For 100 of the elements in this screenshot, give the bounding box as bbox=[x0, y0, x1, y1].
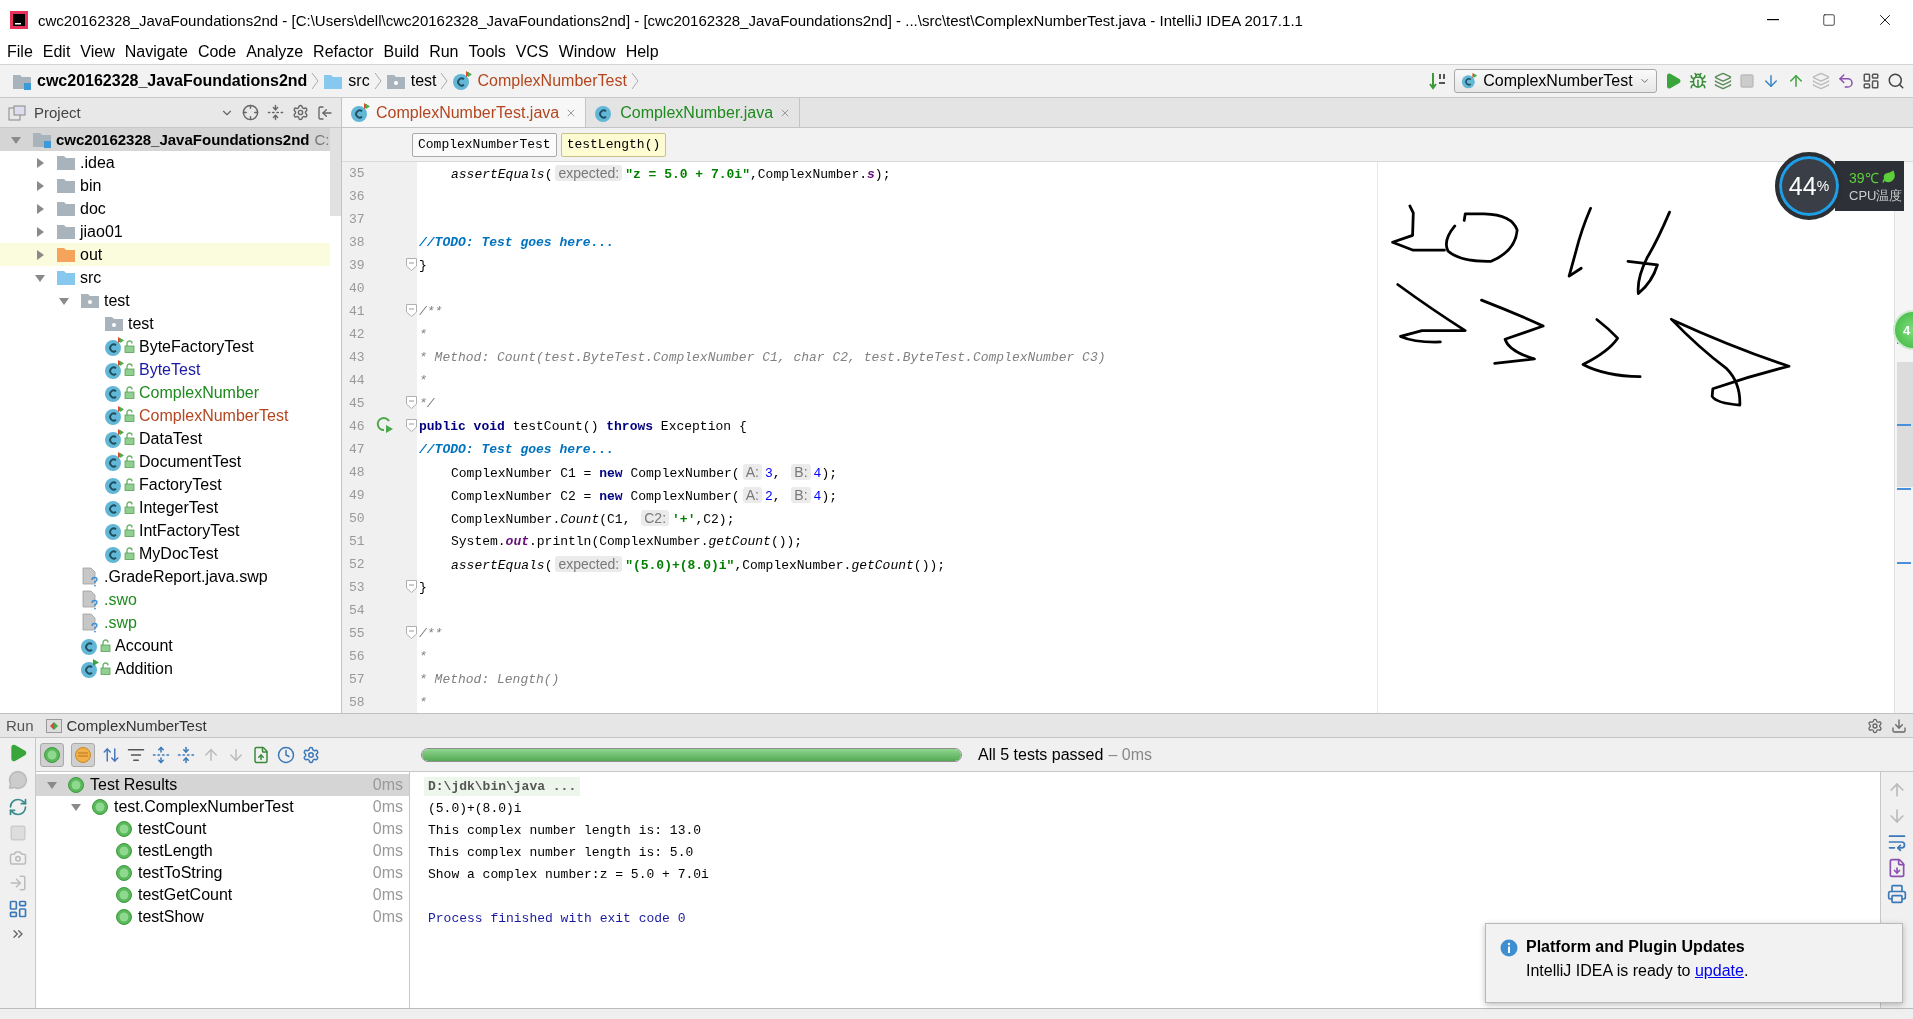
menu-item[interactable]: Help bbox=[620, 43, 664, 61]
build-icon[interactable] bbox=[1429, 72, 1447, 90]
settings-icon[interactable] bbox=[1867, 717, 1883, 734]
collapsed-arrow-icon[interactable] bbox=[34, 248, 46, 261]
test-item[interactable]: Test Results 0ms bbox=[36, 774, 409, 796]
tree-item[interactable]: ByteTest bbox=[0, 358, 330, 381]
collapse-icon[interactable] bbox=[267, 104, 284, 121]
fold-icon[interactable] bbox=[406, 419, 417, 432]
tree-item[interactable]: FactoryTest bbox=[0, 473, 330, 496]
menu-item[interactable]: Code bbox=[192, 43, 242, 61]
settings-icon[interactable] bbox=[292, 104, 309, 121]
revert-icon[interactable] bbox=[1837, 72, 1855, 90]
expand-all-icon[interactable] bbox=[152, 745, 170, 764]
fold-icon[interactable] bbox=[406, 304, 417, 317]
hide-icon[interactable] bbox=[317, 104, 333, 121]
fold-icon[interactable] bbox=[406, 396, 417, 409]
tree-item[interactable]: ComplexNumber bbox=[0, 381, 330, 404]
update-link[interactable]: update bbox=[1694, 962, 1744, 979]
tree-item[interactable]: IntFactoryTest bbox=[0, 519, 330, 542]
tree-item[interactable]: cwc20162328_JavaFoundations2nd C: bbox=[0, 128, 330, 151]
show-passed-toggle[interactable] bbox=[40, 742, 64, 767]
tree-item[interactable]: .swo bbox=[0, 588, 330, 611]
expanded-arrow-icon[interactable] bbox=[70, 801, 82, 813]
menu-item[interactable]: Tools bbox=[463, 43, 511, 61]
tree-item[interactable]: IntegerTest bbox=[0, 496, 330, 519]
tree-item[interactable]: DocumentTest bbox=[0, 450, 330, 473]
layout-icon[interactable] bbox=[7, 899, 28, 919]
menu-item[interactable]: Refactor bbox=[308, 43, 379, 61]
debug-icon[interactable] bbox=[1689, 72, 1707, 90]
tree-item[interactable]: Account bbox=[0, 634, 330, 657]
breadcrumb-item[interactable]: ComplexNumberTest bbox=[448, 71, 631, 91]
stop-icon[interactable] bbox=[1739, 73, 1755, 89]
collapsed-arrow-icon[interactable] bbox=[34, 202, 46, 215]
scrollbar-thumb[interactable] bbox=[1897, 362, 1913, 487]
wrap-icon[interactable] bbox=[1887, 832, 1907, 852]
collapsed-arrow-icon[interactable] bbox=[34, 179, 46, 192]
tree-item[interactable]: src bbox=[0, 266, 330, 289]
run-config-dropdown[interactable]: ComplexNumberTest bbox=[1454, 69, 1657, 93]
menu-item[interactable]: Analyze bbox=[241, 43, 309, 61]
menu-item[interactable]: Navigate bbox=[119, 43, 193, 61]
sort-icon[interactable] bbox=[102, 745, 120, 764]
camera-icon[interactable] bbox=[8, 849, 27, 867]
rerun-failed-icon[interactable] bbox=[7, 770, 28, 790]
test-item[interactable]: testLength 0ms bbox=[36, 840, 409, 862]
collapsed-arrow-icon[interactable] bbox=[34, 156, 46, 169]
tree-item[interactable]: test bbox=[0, 312, 330, 335]
settings-icon[interactable] bbox=[302, 745, 320, 764]
tree-item[interactable]: jiao01 bbox=[0, 220, 330, 243]
export-icon[interactable] bbox=[252, 745, 270, 764]
toggle-auto-test-icon[interactable] bbox=[7, 797, 28, 817]
menu-item[interactable]: Edit bbox=[37, 43, 76, 61]
tree-item[interactable]: .idea bbox=[0, 151, 330, 174]
locate-icon[interactable] bbox=[242, 104, 259, 121]
hide-icon[interactable] bbox=[1891, 717, 1907, 734]
fold-icon[interactable] bbox=[406, 258, 417, 271]
tree-item[interactable]: test bbox=[0, 289, 330, 312]
history-icon[interactable] bbox=[277, 745, 295, 764]
test-item[interactable]: testGetCount 0ms bbox=[36, 884, 409, 906]
menu-item[interactable]: File bbox=[2, 43, 38, 61]
run-tab[interactable]: ComplexNumberTest bbox=[41, 717, 211, 734]
scrollbar-thumb[interactable] bbox=[330, 128, 341, 216]
scroll-to-end-icon[interactable] bbox=[1887, 858, 1907, 878]
fold-icon[interactable] bbox=[406, 626, 417, 639]
collapse-all-icon[interactable] bbox=[177, 745, 195, 764]
vcs-update-icon[interactable] bbox=[1762, 72, 1780, 90]
tree-item[interactable]: .swp bbox=[0, 611, 330, 634]
test-item[interactable]: testCount 0ms bbox=[36, 818, 409, 840]
run-test-icon[interactable] bbox=[376, 416, 394, 434]
tree-item[interactable]: MyDocTest bbox=[0, 542, 330, 565]
print-icon[interactable] bbox=[1887, 884, 1907, 904]
tree-item[interactable]: DataTest bbox=[0, 427, 330, 450]
menu-item[interactable]: Build bbox=[378, 43, 425, 61]
editor-tab[interactable]: ComplexNumber.java bbox=[586, 98, 801, 127]
fold-icon[interactable] bbox=[406, 580, 417, 593]
test-item[interactable]: test.ComplexNumberTest 0ms bbox=[36, 796, 409, 818]
compare-icon[interactable] bbox=[1812, 72, 1830, 90]
test-item[interactable]: testShow 0ms bbox=[36, 906, 409, 928]
editor-tab[interactable]: ComplexNumberTest.java bbox=[342, 98, 587, 127]
collapsed-arrow-icon[interactable] bbox=[34, 225, 46, 238]
tree-item[interactable]: Addition bbox=[0, 657, 330, 680]
breadcrumb-item[interactable]: test bbox=[381, 72, 441, 90]
breadcrumb-item[interactable]: ComplexNumberTest bbox=[412, 132, 557, 157]
exit-icon[interactable] bbox=[8, 874, 27, 892]
tree-item[interactable]: ByteFactoryTest bbox=[0, 335, 330, 358]
menu-item[interactable]: Run bbox=[424, 43, 464, 61]
tree-item[interactable]: .GradeReport.java.swp bbox=[0, 565, 330, 588]
tree-item[interactable]: out bbox=[0, 243, 330, 266]
tree-item[interactable]: ComplexNumberTest bbox=[0, 404, 330, 427]
expanded-arrow-icon[interactable] bbox=[46, 779, 58, 791]
vcs-commit-icon[interactable] bbox=[1787, 72, 1805, 90]
breadcrumb-item[interactable]: testLength() bbox=[560, 132, 667, 157]
menu-item[interactable]: Window bbox=[553, 43, 621, 61]
project-structure-icon[interactable] bbox=[1862, 72, 1880, 90]
run-icon[interactable] bbox=[1664, 72, 1682, 90]
breadcrumb-item[interactable]: cwc20162328_JavaFoundations2nd bbox=[8, 72, 312, 90]
show-ignored-toggle[interactable] bbox=[71, 742, 95, 767]
test-item[interactable]: testToString 0ms bbox=[36, 862, 409, 884]
menu-item[interactable]: View bbox=[75, 43, 120, 61]
coverage-icon[interactable] bbox=[1714, 72, 1732, 90]
tree-item[interactable]: doc bbox=[0, 197, 330, 220]
